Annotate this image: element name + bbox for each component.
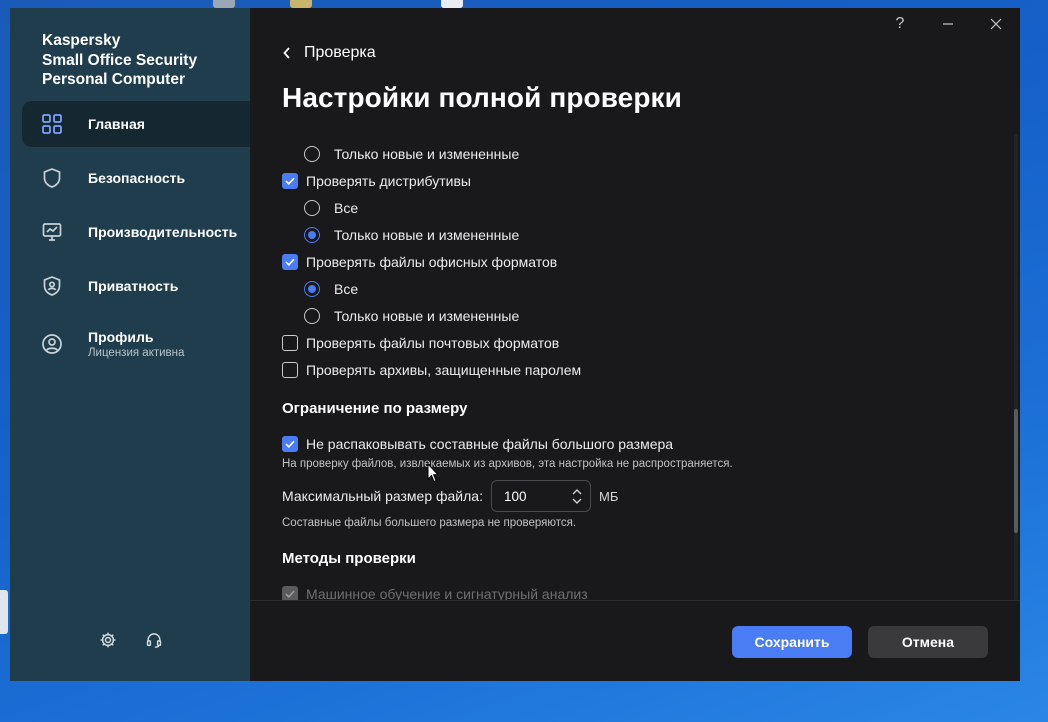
minimize-button[interactable] bbox=[924, 8, 972, 40]
chevron-down-icon[interactable] bbox=[572, 498, 582, 504]
unit-label: МБ bbox=[598, 488, 619, 504]
sidebar: Kaspersky Small Office Security Personal… bbox=[10, 8, 250, 681]
radio-button[interactable] bbox=[304, 281, 320, 297]
sidebar-item-label: Производительность bbox=[88, 223, 238, 240]
section-title: Методы проверки bbox=[282, 550, 416, 567]
checkbox[interactable] bbox=[282, 436, 298, 452]
stepper-arrows bbox=[572, 488, 582, 504]
option-label: Проверять архивы, защищенные паролем bbox=[306, 362, 582, 378]
option-label: Не распаковывать составные файлы большог… bbox=[306, 436, 674, 452]
sidebar-bottom-actions bbox=[98, 630, 164, 650]
option-label: Все bbox=[334, 200, 359, 216]
mouse-cursor-icon bbox=[427, 463, 439, 483]
checkbox-option[interactable]: Проверять архивы, защищенные паролем bbox=[282, 362, 581, 378]
desktop-icon[interactable] bbox=[0, 590, 8, 634]
sidebar-item-security[interactable]: Безопасность bbox=[22, 155, 250, 201]
checkbox-option[interactable]: Не распаковывать составные файлы большог… bbox=[282, 436, 673, 452]
check-icon bbox=[285, 590, 295, 598]
brand-line: Personal Computer bbox=[42, 71, 185, 88]
close-icon bbox=[990, 18, 1002, 30]
brand-line: Kaspersky bbox=[42, 32, 121, 49]
option-label: Все bbox=[334, 281, 359, 297]
check-icon bbox=[285, 440, 295, 448]
checkbox[interactable] bbox=[282, 173, 298, 189]
sidebar-nav: Главная Безопасность Производительность … bbox=[10, 100, 250, 371]
shield-icon bbox=[40, 166, 64, 190]
cancel-button[interactable]: Отмена bbox=[868, 626, 988, 658]
close-button[interactable] bbox=[972, 8, 1020, 40]
option-label: Машинное обучение и сигнатурный анализ bbox=[306, 586, 588, 600]
radio-button[interactable] bbox=[304, 146, 320, 162]
dashboard-icon bbox=[40, 112, 64, 136]
radio-button[interactable] bbox=[304, 227, 320, 243]
check-icon bbox=[285, 177, 295, 185]
option-label: Проверять дистрибутивы bbox=[306, 173, 471, 189]
desktop-icon[interactable] bbox=[213, 0, 235, 8]
checkbox[interactable] bbox=[282, 335, 298, 351]
gear-icon[interactable] bbox=[98, 630, 118, 650]
page-title: Настройки полной проверки bbox=[282, 82, 682, 113]
radio-option[interactable]: Только новые и измененные bbox=[304, 146, 519, 162]
headset-icon[interactable] bbox=[144, 630, 164, 650]
checkbox-option[interactable]: Проверять дистрибутивы bbox=[282, 173, 471, 189]
checkbox[interactable] bbox=[282, 254, 298, 270]
save-button[interactable]: Сохранить bbox=[732, 626, 852, 658]
sidebar-item-performance[interactable]: Производительность bbox=[22, 209, 250, 255]
option-label: Только новые и измененные bbox=[334, 227, 520, 243]
radio-option[interactable]: Все bbox=[304, 200, 358, 216]
window-controls: ? bbox=[876, 8, 1020, 40]
radio-option[interactable]: Все bbox=[304, 281, 358, 297]
checkbox-option[interactable]: Проверять файлы офисных форматов bbox=[282, 254, 557, 270]
privacy-shield-icon bbox=[40, 274, 64, 298]
license-status: Лицензия активна bbox=[88, 346, 185, 359]
check-icon bbox=[285, 258, 295, 266]
hint-text: Составные файлы большего размера не пров… bbox=[282, 517, 577, 529]
checkbox-option-disabled: Машинное обучение и сигнатурный анализ bbox=[282, 586, 588, 600]
chevron-up-icon[interactable] bbox=[572, 488, 582, 495]
radio-option[interactable]: Только новые и измененные bbox=[304, 227, 519, 243]
settings-list: Только новые и измененные Проверять дист… bbox=[250, 134, 1020, 600]
desktop-icon[interactable] bbox=[441, 0, 463, 8]
radio-option[interactable]: Только новые и измененные bbox=[304, 308, 519, 324]
app-brand: Kaspersky Small Office Security Personal… bbox=[10, 8, 250, 90]
radio-button[interactable] bbox=[304, 200, 320, 216]
sidebar-item-profile[interactable]: Профиль Лицензия активна bbox=[22, 317, 250, 371]
sidebar-item-label: Главная bbox=[88, 115, 145, 132]
option-label: Только новые и измененные bbox=[334, 308, 520, 324]
field-label: Максимальный размер файла: bbox=[282, 488, 483, 504]
footer: Сохранить Отмена bbox=[250, 600, 1020, 681]
max-size-row: Максимальный размер файла: МБ bbox=[282, 480, 618, 512]
sidebar-item-label: Профиль bbox=[88, 328, 154, 345]
sidebar-item-label: Безопасность bbox=[88, 169, 186, 186]
user-icon bbox=[40, 332, 64, 356]
desktop-icon[interactable] bbox=[290, 0, 312, 8]
radio-button[interactable] bbox=[304, 308, 320, 324]
brand-line: Small Office Security bbox=[42, 51, 198, 69]
section-title: Ограничение по размеру bbox=[282, 400, 468, 417]
back-label: Проверка bbox=[304, 44, 376, 61]
option-label: Только новые и измененные bbox=[334, 146, 520, 162]
scrollbar[interactable] bbox=[1014, 134, 1018, 600]
max-size-input[interactable] bbox=[503, 488, 560, 504]
option-label: Проверять файлы офисных форматов bbox=[306, 254, 558, 270]
chevron-left-icon bbox=[282, 46, 292, 60]
scrollbar-thumb[interactable] bbox=[1014, 409, 1018, 533]
checkbox bbox=[282, 586, 298, 600]
back-link[interactable]: Проверка bbox=[282, 44, 376, 62]
option-label: Проверять файлы почтовых форматов bbox=[306, 335, 560, 351]
checkbox-option[interactable]: Проверять файлы почтовых форматов bbox=[282, 335, 559, 351]
app-window: Kaspersky Small Office Security Personal… bbox=[10, 8, 1020, 681]
hint-text: На проверку файлов, извлекаемых из архив… bbox=[282, 458, 733, 470]
main-panel: ? Проверка Настройки полной проверки Тол… bbox=[250, 8, 1020, 681]
help-button[interactable]: ? bbox=[876, 8, 924, 40]
sidebar-item-home[interactable]: Главная bbox=[22, 100, 250, 147]
sidebar-item-label: Приватность bbox=[88, 277, 179, 294]
monitor-icon bbox=[40, 220, 64, 244]
max-size-stepper[interactable] bbox=[490, 480, 591, 512]
checkbox[interactable] bbox=[282, 362, 298, 378]
sidebar-item-privacy[interactable]: Приватность bbox=[22, 263, 250, 309]
